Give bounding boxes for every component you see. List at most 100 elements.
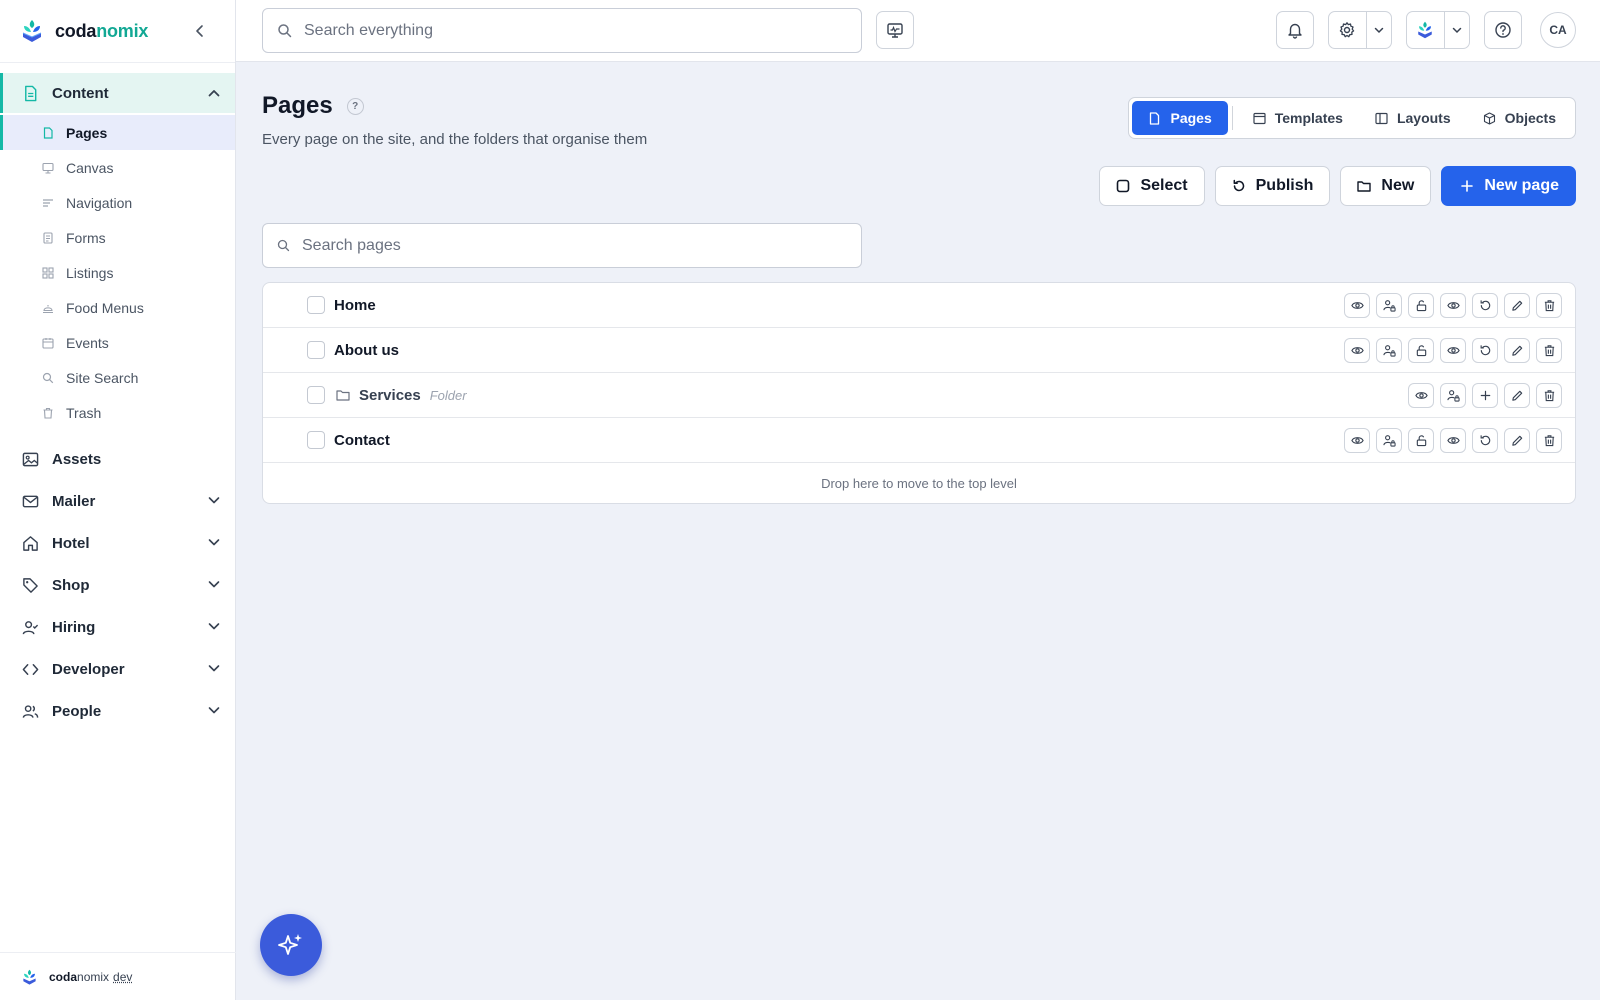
settings-button[interactable] (1329, 12, 1366, 48)
row-checkbox[interactable] (307, 386, 325, 404)
settings-dropdown[interactable] (1365, 12, 1391, 48)
settings-menu[interactable] (1328, 11, 1392, 49)
layout-icon (1375, 112, 1388, 125)
sidebar-group-label: Hiring (52, 618, 96, 636)
view-button[interactable] (1344, 428, 1370, 453)
row-checkbox[interactable] (307, 296, 325, 314)
edit-button[interactable] (1504, 383, 1530, 408)
page-row-about-us[interactable]: About us (263, 328, 1575, 373)
user-check-icon (22, 619, 39, 636)
revert-button[interactable] (1472, 428, 1498, 453)
collapse-sidebar-button[interactable] (191, 22, 209, 40)
ai-assistant-button[interactable] (260, 914, 322, 976)
sidebar-item-label: Events (66, 334, 109, 351)
sidebar-group-hiring[interactable]: Hiring (0, 606, 235, 648)
sidebar-group-mailer[interactable]: Mailer (0, 480, 235, 522)
help-button[interactable] (1484, 11, 1522, 49)
visibility-button[interactable] (1440, 338, 1466, 363)
users-icon (22, 703, 39, 720)
sidebar-group-developer[interactable]: Developer (0, 648, 235, 690)
edit-button[interactable] (1504, 428, 1530, 453)
tab-pages[interactable]: Pages (1132, 101, 1228, 135)
page-title-text: Pages (262, 92, 333, 119)
select-button[interactable]: Select (1099, 166, 1205, 206)
add-page-button[interactable] (1472, 383, 1498, 408)
sidebar-group-assets[interactable]: Assets (0, 438, 235, 480)
permissions-button[interactable] (1376, 338, 1402, 363)
view-button[interactable] (1344, 338, 1370, 363)
sidebar-group-label: People (52, 702, 102, 720)
tab-templates[interactable]: Templates (1237, 101, 1359, 135)
sidebar-item-food-menus[interactable]: Food Menus (0, 290, 235, 325)
edit-button[interactable] (1504, 293, 1530, 318)
chevron-down-icon (207, 661, 221, 675)
row-checkbox[interactable] (307, 341, 325, 359)
page-help-icon[interactable]: ? (346, 97, 364, 115)
visibility-button[interactable] (1408, 383, 1434, 408)
code-icon (22, 661, 39, 678)
site-switcher[interactable] (1406, 11, 1470, 49)
sidebar-item-site-search[interactable]: Site Search (0, 360, 235, 395)
sidebar-item-canvas[interactable]: Canvas (0, 150, 235, 185)
pencil-icon (1511, 344, 1524, 357)
chevron-down-icon (207, 577, 221, 591)
revert-button[interactable] (1472, 293, 1498, 318)
page-title-link[interactable]: Home (334, 297, 376, 314)
folder-title[interactable]: Services (359, 387, 421, 404)
permissions-button[interactable] (1376, 428, 1402, 453)
view-button[interactable] (1344, 293, 1370, 318)
lock-button[interactable] (1408, 338, 1434, 363)
drop-zone-top-level[interactable]: Drop here to move to the top level (263, 462, 1575, 503)
food-icon (42, 302, 54, 314)
publish-button[interactable]: Publish (1214, 166, 1331, 206)
delete-button[interactable] (1536, 293, 1562, 318)
chevron-up-icon (207, 86, 221, 100)
page-title-link[interactable]: About us (334, 342, 399, 359)
row-checkbox[interactable] (307, 431, 325, 449)
preview-button[interactable] (876, 11, 914, 49)
notifications-button[interactable] (1276, 11, 1314, 49)
new-folder-button[interactable]: New (1340, 166, 1432, 206)
avatar[interactable]: CA (1540, 12, 1576, 48)
sidebar-item-forms[interactable]: Forms (0, 220, 235, 255)
permissions-button[interactable] (1376, 293, 1402, 318)
delete-button[interactable] (1536, 338, 1562, 363)
eye-icon (1350, 434, 1364, 447)
page-row-home[interactable]: Home (263, 283, 1575, 328)
delete-button[interactable] (1536, 383, 1562, 408)
sidebar-group-hotel[interactable]: Hotel (0, 522, 235, 564)
delete-button[interactable] (1536, 428, 1562, 453)
sidebar-item-pages[interactable]: Pages (0, 115, 235, 150)
new-page-button[interactable]: New page (1441, 166, 1576, 206)
sidebar-group-content[interactable]: Content (0, 73, 235, 113)
page-row-contact[interactable]: Contact (263, 418, 1575, 463)
site-switcher-button[interactable] (1407, 12, 1444, 48)
lock-button[interactable] (1408, 428, 1434, 453)
folder-row-services[interactable]: Services Folder (263, 373, 1575, 418)
lock-button[interactable] (1408, 293, 1434, 318)
permissions-button[interactable] (1440, 383, 1466, 408)
tab-layouts[interactable]: Layouts (1359, 101, 1467, 135)
plus-icon (1479, 389, 1492, 402)
sidebar-group-shop[interactable]: Shop (0, 564, 235, 606)
sidebar-item-events[interactable]: Events (0, 325, 235, 360)
pages-search-input[interactable] (302, 236, 842, 255)
chevron-down-icon (207, 535, 221, 549)
visibility-button[interactable] (1440, 293, 1466, 318)
sidebar-item-label: Trash (66, 404, 102, 421)
global-search-input[interactable] (304, 21, 844, 40)
tab-objects[interactable]: Objects (1467, 101, 1572, 135)
edit-button[interactable] (1504, 338, 1530, 363)
search-icon (277, 23, 292, 38)
visibility-button[interactable] (1440, 428, 1466, 453)
site-switcher-dropdown[interactable] (1443, 12, 1469, 48)
sidebar-item-listings[interactable]: Listings (0, 255, 235, 290)
pencil-icon (1511, 434, 1524, 447)
revert-button[interactable] (1472, 338, 1498, 363)
sidebar-group-people[interactable]: People (0, 690, 235, 732)
chevron-down-icon (207, 619, 221, 633)
page-title-link[interactable]: Contact (334, 432, 390, 449)
sidebar-item-trash[interactable]: Trash (0, 395, 235, 430)
sidebar-item-navigation[interactable]: Navigation (0, 185, 235, 220)
monitor-icon (886, 21, 904, 39)
